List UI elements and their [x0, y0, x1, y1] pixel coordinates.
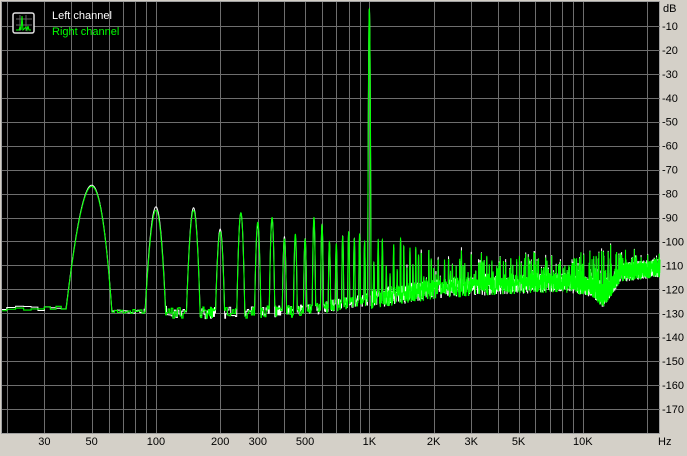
x-tick-label: 3K	[464, 436, 478, 448]
legend-left-channel: Left channel	[52, 10, 112, 22]
x-axis-unit: Hz	[658, 436, 671, 448]
y-tick-label: -60	[662, 141, 678, 153]
x-tick-label: 30	[38, 436, 50, 448]
y-tick-label: -150	[662, 356, 684, 368]
x-tick-label: 1K	[363, 436, 377, 448]
x-tick-label: 500	[296, 436, 314, 448]
x-tick-label: 50	[86, 436, 98, 448]
y-tick-label: -80	[662, 189, 678, 201]
x-tick-label: 200	[211, 436, 229, 448]
x-tick-label: 100	[147, 436, 165, 448]
plot-area	[1, 1, 660, 434]
y-tick-label: -120	[662, 284, 684, 296]
y-axis-labels: -10 -20 -30 -40 -50 -60 -70 -80 -90 -100 -110 -120 -…	[662, 21, 684, 416]
y-tick-label: -30	[662, 69, 678, 81]
x-tick-label: 10K	[573, 436, 593, 448]
x-axis-labels: 30 50 100 200 300 500 1K 2K 3K 5K 10K	[38, 436, 593, 448]
y-tick-label: -50	[662, 117, 678, 129]
spectrum-chart: 30 50 100 200 300 500 1K 2K 3K 5K 10K -10 -20 -30 -40…	[1, 1, 684, 448]
y-tick-label: -110	[662, 260, 683, 272]
y-tick-label: -160	[662, 380, 684, 392]
y-tick-label: -20	[662, 45, 678, 57]
y-tick-label: -100	[662, 236, 684, 248]
legend-chart-icon	[12, 12, 35, 34]
legend-right-channel: Right channel	[52, 26, 119, 38]
x-tick-label: 300	[249, 436, 267, 448]
y-tick-label: -140	[662, 332, 684, 344]
y-tick-label: -40	[662, 93, 678, 105]
y-tick-label: -130	[662, 308, 684, 320]
x-tick-label: 5K	[512, 436, 526, 448]
y-tick-label: -10	[662, 21, 678, 33]
y-axis-unit: dB	[663, 3, 676, 15]
x-tick-label: 2K	[427, 436, 441, 448]
y-tick-label: -70	[662, 165, 678, 177]
y-tick-label: -170	[662, 404, 684, 416]
y-tick-label: -90	[662, 213, 678, 225]
